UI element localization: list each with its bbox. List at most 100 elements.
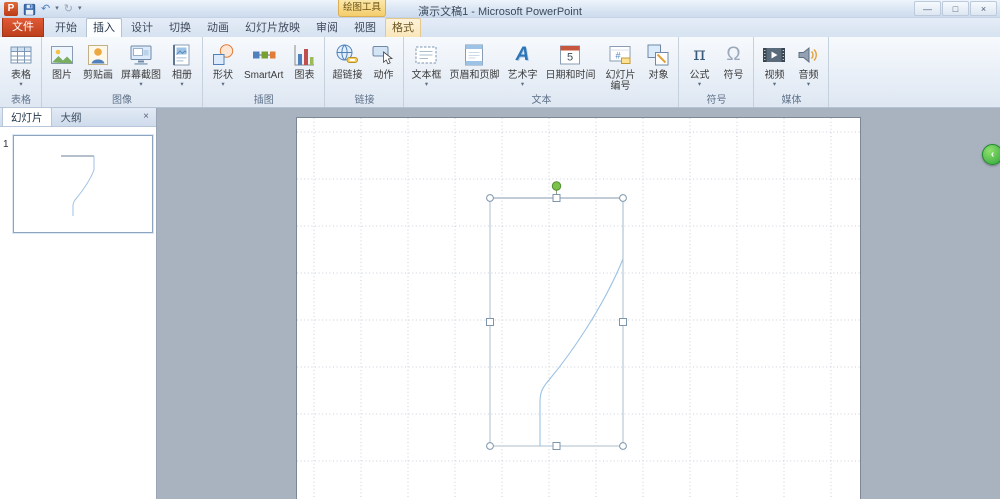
ribbon-group-媒体: 视频 ▾ 音频 ▾ 媒体: [754, 37, 830, 107]
button-音频[interactable]: 音频 ▾: [791, 39, 825, 94]
qat-save-button[interactable]: [22, 3, 37, 16]
tab-动画[interactable]: 动画: [200, 18, 236, 37]
resize-handle-bottom-left[interactable]: [486, 442, 494, 450]
button-表格[interactable]: 表格 ▾: [4, 39, 38, 94]
tab-切换[interactable]: 切换: [162, 18, 198, 37]
close-button[interactable]: ×: [970, 1, 997, 16]
editing-canvas: [157, 108, 1000, 499]
button-形状[interactable]: 形状 ▾: [206, 39, 240, 94]
group-label-文本: 文本: [531, 95, 552, 106]
clipart-icon: [85, 42, 111, 68]
floating-widget[interactable]: ‹: [982, 144, 1000, 165]
datetime-icon: 5: [557, 42, 583, 68]
app-icon[interactable]: P: [4, 2, 18, 16]
button-label: 图片: [52, 70, 72, 81]
group-label-表格: 表格: [11, 95, 31, 106]
resize-handle-left[interactable]: [486, 318, 494, 326]
button-符号[interactable]: Ω 符号: [716, 39, 750, 94]
audio-icon: [795, 42, 821, 68]
selection-handles[interactable]: [486, 181, 627, 450]
qat-undo-dropdown-button[interactable]: ▾: [54, 2, 60, 16]
minimize-button[interactable]: —: [914, 1, 941, 16]
button-艺术字[interactable]: A 艺术字 ▾: [503, 39, 541, 94]
slide-thumbnail[interactable]: [13, 135, 153, 233]
tab-审阅[interactable]: 审阅: [309, 18, 345, 37]
hyperlink-icon: [334, 42, 360, 68]
button-图表[interactable]: 图表: [287, 39, 321, 94]
tab-视图[interactable]: 视图: [347, 18, 383, 37]
dropdown-arrow-icon: ▾: [806, 81, 811, 89]
resize-handle-bottom-right[interactable]: [619, 442, 627, 450]
group-label-符号: 符号: [706, 95, 727, 106]
button-屏幕截图[interactable]: 屏幕截图 ▾: [117, 39, 165, 94]
button-label: 页眉和页脚: [449, 70, 500, 81]
tab-文件[interactable]: 文件: [2, 16, 44, 37]
svg-text:#: #: [616, 51, 621, 61]
dropdown-arrow-icon: ▾: [180, 81, 184, 89]
panel-close-icon[interactable]: ×: [140, 111, 152, 122]
button-label: 音频: [798, 70, 819, 81]
tab-插入[interactable]: 插入: [86, 17, 122, 37]
qat-customize-button[interactable]: ▾: [77, 2, 83, 16]
shapes-icon: [210, 42, 236, 68]
wordart-icon: A: [515, 44, 530, 65]
resize-handle-bottom[interactable]: [552, 442, 561, 450]
qat-redo-button[interactable]: ↻: [63, 2, 74, 16]
qat-undo-button[interactable]: ↶: [40, 2, 51, 16]
button-动作[interactable]: 动作: [366, 39, 400, 94]
button-图片[interactable]: 图片: [45, 39, 79, 94]
smartart-icon: [251, 42, 277, 68]
rotation-handle[interactable]: [551, 181, 562, 191]
picture-icon: [49, 42, 75, 68]
widget-arrow-icon: ‹: [990, 149, 995, 160]
chart-icon: [291, 42, 317, 68]
panel-tab-大纲[interactable]: 大纲: [52, 107, 91, 126]
button-页眉和页脚[interactable]: 页眉和页脚: [445, 39, 503, 94]
button-对象[interactable]: 对象: [641, 39, 675, 94]
freeform-shape[interactable]: [490, 197, 624, 446]
screenshot-icon: [128, 42, 154, 68]
slide-number: 1: [3, 139, 9, 150]
selection-box: [489, 197, 624, 447]
button-label: 视频: [764, 70, 785, 81]
dropdown-arrow-icon: ▾: [520, 81, 525, 89]
button-视频[interactable]: 视频 ▾: [757, 39, 791, 94]
panel-tab-bar: × 幻灯片 大纲: [0, 107, 156, 127]
tab-幻灯片放映[interactable]: 幻灯片放映: [238, 18, 307, 37]
group-label-链接: 链接: [354, 95, 375, 106]
button-label: 对象: [648, 70, 669, 81]
slides-panel: × 幻灯片 大纲 1: [0, 107, 157, 499]
dropdown-arrow-icon: ▾: [19, 81, 23, 89]
button-label: 符号: [723, 70, 744, 81]
button-幻灯片编号[interactable]: # 幻灯片编号: [599, 39, 641, 94]
button-SmartArt[interactable]: SmartArt: [240, 39, 287, 94]
resize-handle-top-left[interactable]: [486, 194, 494, 202]
button-超链接[interactable]: 超链接: [328, 39, 366, 94]
ribbon-group-表格: 表格 ▾ 表格: [1, 37, 42, 107]
tab-开始[interactable]: 开始: [48, 18, 84, 37]
ribbon-group-文本: 文本框 ▾ 页眉和页脚 A 艺术字 ▾ 5 日期和时间 # 幻灯片编号 对象文本: [404, 37, 680, 107]
tab-设计[interactable]: 设计: [124, 18, 160, 37]
ribbon-group-符号: π 公式 ▾ Ω 符号 符号: [679, 37, 755, 107]
tab-格式[interactable]: 格式: [385, 17, 421, 37]
resize-handle-top-right[interactable]: [619, 194, 627, 202]
main-area: × 幻灯片 大纲 1: [0, 107, 1000, 499]
maximize-button[interactable]: □: [942, 1, 969, 16]
dropdown-arrow-icon: ▾: [221, 81, 225, 89]
button-剪贴画[interactable]: 剪贴画: [79, 39, 117, 94]
dropdown-arrow-icon: ▾: [424, 81, 429, 89]
button-文本框[interactable]: 文本框 ▾: [407, 39, 445, 94]
dropdown-arrow-icon: ▾: [772, 81, 777, 89]
resize-handle-right[interactable]: [619, 318, 627, 326]
panel-tab-幻灯片[interactable]: 幻灯片: [2, 107, 52, 126]
dropdown-arrow-icon: ▾: [139, 81, 143, 89]
slide[interactable]: [296, 117, 861, 499]
button-日期和时间[interactable]: 5 日期和时间: [541, 39, 599, 94]
button-相册[interactable]: 相册 ▾: [165, 39, 199, 94]
thumbnail-preview: [61, 155, 95, 216]
window-controls: — □ ×: [914, 1, 997, 16]
ribbon-group-插图: 形状 ▾ SmartArt 图表 插图: [203, 37, 326, 107]
headerfooter-icon: [461, 42, 487, 68]
button-公式[interactable]: π 公式 ▾: [682, 39, 716, 94]
resize-handle-top[interactable]: [552, 194, 561, 202]
